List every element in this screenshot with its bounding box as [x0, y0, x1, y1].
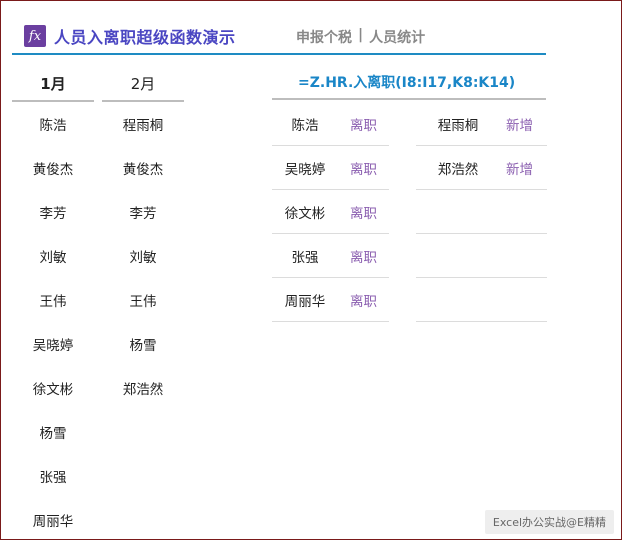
list-item: 程雨桐 [122, 118, 164, 134]
january-list: 陈浩黄俊杰李芳刘敏王伟吴晓婷徐文彬杨雪张强周丽华 [12, 102, 94, 542]
table-row: 郑浩然 新增 [416, 146, 547, 190]
result-name: 徐文彬 [284, 205, 326, 222]
list-item: 徐文彬 [32, 382, 74, 398]
list-item: 李芳 [39, 206, 67, 222]
list-item: 黄俊杰 [122, 162, 164, 178]
result-status: 离职 [350, 161, 377, 178]
tab-january[interactable]: 1月 [12, 66, 94, 102]
table-row [416, 234, 547, 278]
result-name: 吴晓婷 [284, 161, 326, 178]
result-status: 离职 [350, 249, 377, 266]
nav-item-tax[interactable]: 申报个税 [296, 27, 352, 47]
result-status: 离职 [350, 293, 377, 310]
nav-separator: | [358, 27, 364, 43]
table-row: 吴晓婷 离职 [272, 146, 389, 190]
result-status: 新增 [506, 117, 533, 134]
result-left-table: 陈浩 离职 吴晓婷 离职 徐文彬 离职 张强 离职 周丽华 离职 [272, 102, 389, 322]
page-title: 人员入离职超级函数演示 [54, 28, 236, 47]
list-item: 刘敏 [39, 250, 67, 266]
result-name: 程雨桐 [437, 117, 479, 134]
list-item: 王伟 [129, 294, 157, 310]
result-right-table: 程雨桐 新增 郑浩然 新增 [416, 102, 547, 322]
watermark: Excel办公实战@E精精 [484, 510, 614, 534]
list-item: 李芳 [129, 206, 157, 222]
fx-icon: fx [24, 25, 46, 47]
list-item: 黄俊杰 [32, 162, 74, 178]
list-item: 杨雪 [39, 426, 67, 442]
list-item: 吴晓婷 [32, 338, 74, 354]
list-item: 杨雪 [129, 338, 157, 354]
list-item: 陈浩 [39, 118, 67, 134]
result-status: 离职 [350, 205, 377, 222]
result-name: 周丽华 [284, 293, 326, 310]
result-name: 陈浩 [291, 117, 319, 134]
header-divider [12, 53, 546, 55]
list-item: 周丽华 [32, 514, 74, 530]
result-name: 张强 [291, 249, 319, 266]
list-item: 张强 [39, 470, 67, 486]
list-item: 王伟 [39, 294, 67, 310]
table-row [416, 278, 547, 322]
result-status: 离职 [350, 117, 377, 134]
table-row: 周丽华 离职 [272, 278, 389, 322]
table-row: 程雨桐 新增 [416, 102, 547, 146]
tab-february[interactable]: 2月 [102, 66, 184, 102]
result-status: 新增 [506, 161, 533, 178]
header: fx 人员入离职超级函数演示 [24, 22, 236, 50]
formula-display: =Z.HR.入离职(I8:I17,K8:K14) [272, 66, 546, 100]
result-name: 郑浩然 [437, 161, 479, 178]
table-row [416, 190, 547, 234]
list-item: 郑浩然 [122, 382, 164, 398]
table-row: 张强 离职 [272, 234, 389, 278]
table-row: 徐文彬 离职 [272, 190, 389, 234]
february-list: 程雨桐黄俊杰李芳刘敏王伟杨雪郑浩然 [102, 102, 184, 410]
top-nav: 申报个税 | 人员统计 [296, 27, 425, 47]
list-item: 刘敏 [129, 250, 157, 266]
table-row: 陈浩 离职 [272, 102, 389, 146]
nav-item-stats[interactable]: 人员统计 [369, 27, 425, 47]
